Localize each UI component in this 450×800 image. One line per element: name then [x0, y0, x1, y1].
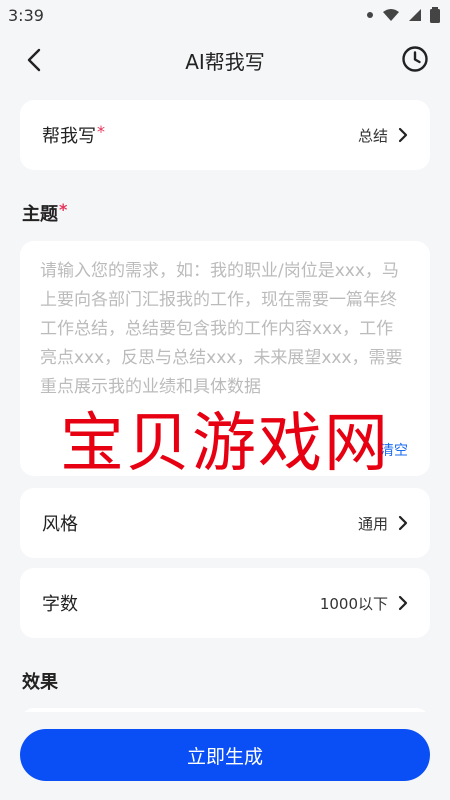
status-bar: 3:39	[0, 0, 450, 30]
word-count-label: 字数	[42, 594, 78, 615]
clock-icon	[402, 46, 428, 72]
back-button[interactable]	[20, 46, 48, 74]
history-button[interactable]	[400, 44, 430, 74]
required-mark: *	[97, 122, 105, 141]
required-mark: *	[59, 200, 68, 219]
battery-icon	[430, 7, 440, 23]
style-row[interactable]: 风格 通用	[20, 488, 430, 558]
topic-label: 主题*	[22, 200, 67, 226]
clear-button[interactable]: 清空	[380, 440, 408, 460]
status-icons	[366, 7, 440, 23]
chevron-right-icon	[398, 127, 408, 143]
topic-card: 清空	[20, 241, 430, 476]
nav-bar: AI帮我写	[0, 30, 450, 90]
word-count-value: 1000以下	[319, 594, 388, 613]
topic-label-text: 主题	[22, 204, 58, 225]
style-label: 风格	[42, 514, 78, 535]
wifi-icon	[383, 9, 399, 21]
write-type-value: 总结	[357, 126, 388, 145]
write-type-value-group: 总结	[358, 125, 408, 146]
chevron-left-icon	[27, 48, 41, 72]
write-type-label: 帮我写*	[42, 122, 105, 148]
bottom-bar: 立即生成	[0, 712, 450, 800]
write-type-row[interactable]: 帮我写* 总结	[20, 100, 430, 170]
generate-button[interactable]: 立即生成	[20, 729, 430, 781]
style-value-group: 通用	[358, 513, 408, 534]
style-value: 通用	[357, 514, 388, 533]
effect-label: 效果	[22, 672, 58, 693]
signal-icon	[409, 9, 421, 21]
topic-input[interactable]	[40, 257, 410, 447]
chevron-right-icon	[398, 595, 408, 611]
status-time: 3:39	[8, 5, 44, 25]
chevron-right-icon	[398, 515, 408, 531]
write-type-label-text: 帮我写	[42, 126, 96, 147]
page-title: AI帮我写	[185, 49, 265, 74]
word-count-row[interactable]: 字数 1000以下	[20, 568, 430, 638]
word-count-value-group: 1000以下	[320, 593, 408, 614]
dot-icon	[367, 12, 373, 18]
